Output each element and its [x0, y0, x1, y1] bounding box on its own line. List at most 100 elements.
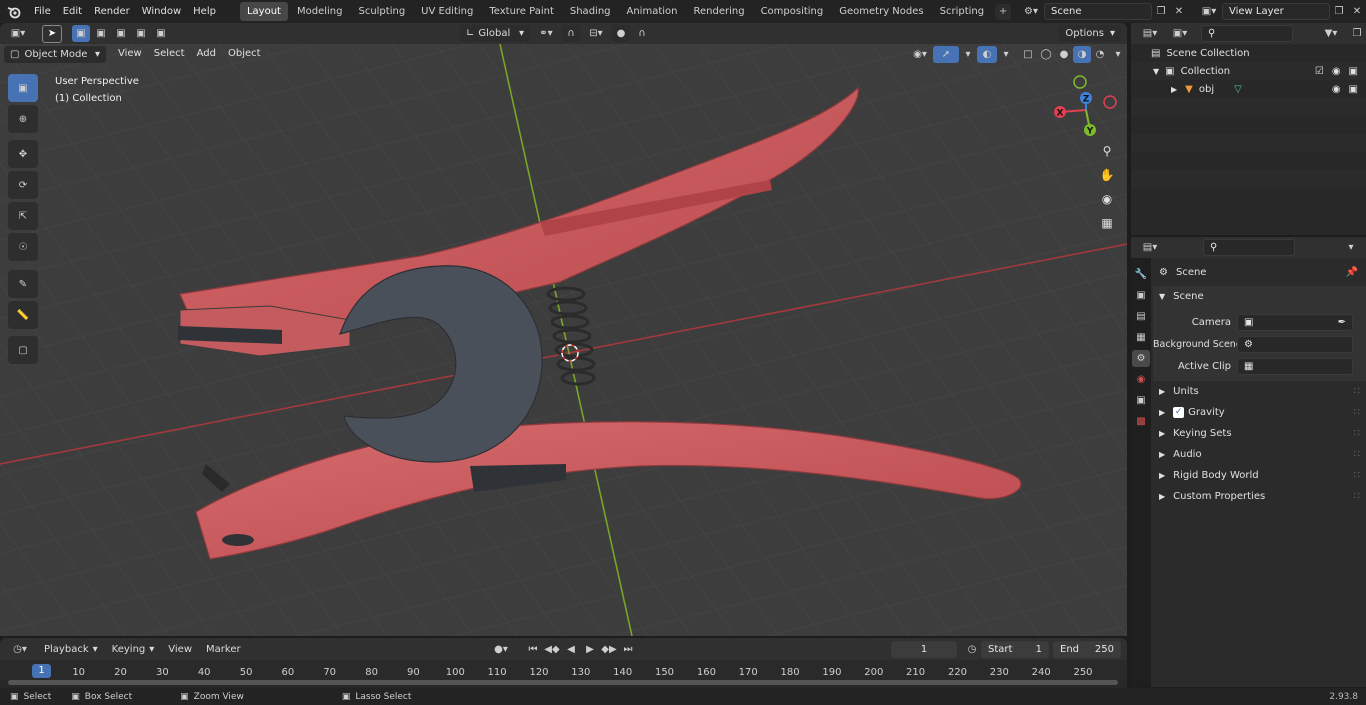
gizmo-neg-x-handle[interactable] — [1103, 95, 1117, 109]
play-reverse-icon[interactable]: ◀ — [562, 641, 580, 658]
menu-window[interactable]: Window — [136, 2, 187, 22]
add-workspace-button[interactable]: + — [995, 3, 1012, 20]
grid-perspective-icon[interactable]: ▦ — [1098, 214, 1116, 231]
tool-tab-icon[interactable]: 🔧 — [1132, 266, 1150, 283]
solid-shading-icon[interactable]: ● — [1055, 46, 1073, 63]
collection-tab-icon[interactable]: ▣ — [1132, 392, 1150, 409]
workspace-tab-compositing[interactable]: Compositing — [754, 2, 831, 21]
snap-target-icon[interactable]: ⊟▾ — [583, 25, 609, 42]
view-layer-icon[interactable]: ▣▾ — [1196, 3, 1222, 20]
properties-search-input[interactable]: ⚲ — [1203, 239, 1295, 256]
new-view-layer-icon[interactable]: ❐ — [1330, 3, 1348, 20]
drag-handle-icon[interactable]: ∷ — [1354, 407, 1360, 418]
tweak-tool-icon[interactable]: ➤ — [42, 24, 62, 43]
delete-view-layer-icon[interactable]: ✕ — [1348, 3, 1366, 20]
menu-file[interactable]: File — [28, 2, 57, 22]
snap-icon[interactable]: ∩ — [562, 25, 580, 42]
drag-handle-icon[interactable]: ∷ — [1354, 386, 1360, 397]
exclude-checkbox[interactable]: ☑ — [1315, 66, 1324, 77]
new-collection-icon[interactable]: ❐ — [1348, 25, 1366, 42]
eye-icon[interactable]: ◉ — [1332, 84, 1341, 95]
outliner-row-obj[interactable]: ▶ ▼ obj ▽ ◉ ▣ — [1131, 80, 1366, 98]
mesh-data-icon[interactable]: ▽ — [1234, 84, 1242, 95]
delete-scene-icon[interactable]: ✕ — [1170, 3, 1188, 20]
transform-tool[interactable]: ☉ — [8, 233, 38, 261]
rotate-tool[interactable]: ⟳ — [8, 171, 38, 199]
camera-view-icon[interactable]: ◉ — [1098, 190, 1116, 207]
pivot-point-icon[interactable]: ⚭▾ — [533, 25, 559, 42]
output-tab-icon[interactable]: ▤ — [1132, 308, 1150, 325]
workspace-tab-modeling[interactable]: Modeling — [290, 2, 350, 21]
wireframe-shading-icon[interactable]: ◯ — [1037, 46, 1055, 63]
menu-edit[interactable]: Edit — [57, 2, 88, 22]
jump-keyframe-forward-icon[interactable]: ◆▶ — [600, 641, 618, 658]
material-shading-icon[interactable]: ◑ — [1073, 45, 1091, 63]
outliner-editor-icon[interactable]: ▤▾ — [1137, 25, 1163, 42]
panel-units[interactable]: ▶ Units ∷ — [1153, 381, 1366, 402]
timeline-editor-icon[interactable]: ◷▾ — [6, 641, 34, 658]
viewport-scene[interactable] — [0, 44, 1127, 636]
new-scene-icon[interactable]: ❐ — [1152, 3, 1170, 20]
camera-render-icon[interactable]: ▣ — [1349, 84, 1358, 95]
timeline-menu-keying[interactable]: Keying ▾ — [106, 641, 161, 658]
drag-handle-icon[interactable]: ∷ — [1354, 449, 1360, 460]
panel-custom-properties[interactable]: ▶ Custom Properties ∷ — [1153, 486, 1366, 507]
render-tab-icon[interactable]: ▣ — [1132, 287, 1150, 304]
texture-tab-icon[interactable]: ▩ — [1132, 413, 1150, 430]
world-tab-icon[interactable]: ◉ — [1132, 371, 1150, 388]
scene-icon[interactable]: ⚙▾ — [1018, 3, 1044, 20]
mode-dropdown[interactable]: ▢ Object Mode ▾ — [4, 45, 106, 63]
overlay-menu-icon[interactable]: ▾ — [997, 46, 1015, 63]
preview-range-icon[interactable]: ◷ — [963, 641, 981, 658]
active-clip-field[interactable]: ▦ — [1237, 357, 1353, 375]
select-intersect-icon[interactable]: ▣ — [152, 25, 170, 42]
scene-name-field[interactable]: Scene — [1044, 3, 1152, 20]
panel-gravity[interactable]: ▶ ✓ Gravity ∷ — [1153, 402, 1366, 423]
workspace-tab-texture-paint[interactable]: Texture Paint — [482, 2, 561, 21]
select-invert-icon[interactable]: ▣ — [132, 25, 150, 42]
current-frame-field[interactable]: 1 — [891, 640, 957, 658]
panel-audio[interactable]: ▶ Audio ∷ — [1153, 444, 1366, 465]
panel-rigid-body-world[interactable]: ▶ Rigid Body World ∷ — [1153, 465, 1366, 486]
view-layer-field[interactable]: View Layer — [1222, 3, 1330, 20]
eye-icon[interactable]: ◉ — [1332, 66, 1341, 77]
scene-tab-icon[interactable]: ⚙ — [1132, 350, 1150, 367]
start-frame-field[interactable]: Start 1 — [981, 640, 1049, 658]
workspace-tab-uv-editing[interactable]: UV Editing — [414, 2, 480, 21]
workspace-tab-scripting[interactable]: Scripting — [933, 2, 991, 21]
scene-panel-header[interactable]: ▼ Scene — [1153, 286, 1366, 307]
viewport-menu-object[interactable]: Object — [222, 44, 267, 64]
drag-handle-icon[interactable]: ∷ — [1354, 470, 1360, 481]
auto-keying-icon[interactable]: ●▾ — [488, 641, 514, 658]
end-frame-field[interactable]: End 250 — [1053, 640, 1121, 658]
properties-editor-icon[interactable]: ▤▾ — [1137, 239, 1163, 256]
playhead-marker[interactable]: 1 — [32, 664, 51, 678]
gizmo-toggle-icon[interactable]: ➚ — [933, 45, 959, 63]
background-scene-field[interactable]: ⚙ — [1237, 335, 1353, 353]
add-cube-tool[interactable]: ▢ — [8, 336, 38, 364]
play-icon[interactable]: ▶ — [581, 641, 599, 658]
view-layer-tab-icon[interactable]: ▦ — [1132, 329, 1150, 346]
menu-help[interactable]: Help — [187, 2, 222, 22]
shading-menu-icon[interactable]: ▾ — [1109, 46, 1127, 63]
outliner-row-collection[interactable]: ▼ ▣ Collection ☑ ◉ ▣ — [1131, 62, 1366, 80]
expand-arrow-icon[interactable]: ▼ — [1153, 67, 1159, 76]
outliner-row-scene-collection[interactable]: ▤ Scene Collection — [1131, 44, 1366, 62]
timeline-menu-marker[interactable]: Marker — [200, 641, 247, 658]
move-tool[interactable]: ✥ — [8, 140, 38, 168]
properties-options-icon[interactable]: ▾ — [1342, 239, 1360, 256]
workspace-tab-layout[interactable]: Layout — [239, 2, 288, 21]
gravity-checkbox[interactable]: ✓ — [1173, 407, 1185, 418]
measure-tool[interactable]: 📏 — [8, 301, 38, 329]
jump-end-icon[interactable]: ⏭ — [619, 641, 637, 658]
transform-orientation-dropdown[interactable]: ∟ Global ▾ — [460, 25, 530, 42]
display-mode-icon[interactable]: ▣▾ — [1167, 25, 1193, 42]
menu-render[interactable]: Render — [88, 2, 136, 22]
outliner-search-input[interactable]: ⚲ — [1201, 25, 1293, 42]
drag-handle-icon[interactable]: ∷ — [1354, 428, 1360, 439]
zoom-icon[interactable]: ⚲ — [1098, 142, 1116, 159]
timeline-scrollbar[interactable] — [8, 680, 1118, 685]
workspace-tab-sculpting[interactable]: Sculpting — [351, 2, 412, 21]
visibility-icon[interactable]: ◉▾ — [907, 46, 933, 63]
workspace-tab-animation[interactable]: Animation — [620, 2, 685, 21]
